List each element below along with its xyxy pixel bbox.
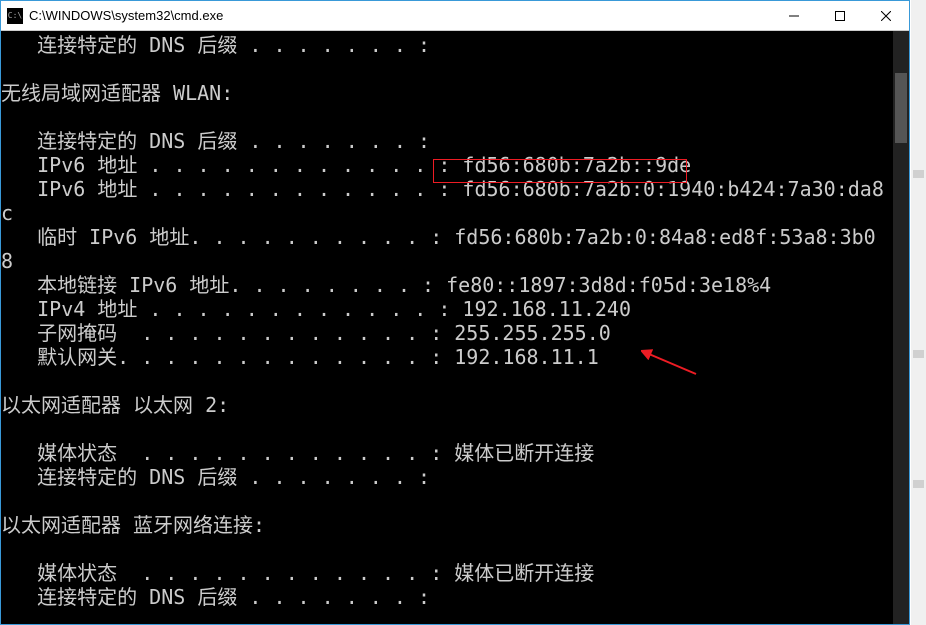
minimize-icon	[789, 11, 799, 21]
close-icon	[881, 11, 891, 21]
scrollbar-thumb[interactable]	[895, 73, 907, 143]
window-title: C:\WINDOWS\system32\cmd.exe	[29, 8, 771, 23]
console-line: 8	[1, 249, 893, 273]
console-line: 连接特定的 DNS 后缀 . . . . . . . :	[1, 129, 893, 153]
console-line: 无线局域网适配器 WLAN:	[1, 81, 893, 105]
vertical-scrollbar[interactable]	[893, 31, 909, 624]
console-line	[1, 537, 893, 561]
cmd-icon: C:\	[7, 8, 23, 24]
console-line: 默认网关. . . . . . . . . . . . . : 192.168.…	[1, 345, 893, 369]
console-output[interactable]: 连接特定的 DNS 后缀 . . . . . . . : 无线局域网适配器 WL…	[1, 31, 893, 624]
minimize-button[interactable]	[771, 1, 817, 31]
maximize-button[interactable]	[817, 1, 863, 31]
console-line: 媒体状态 . . . . . . . . . . . . : 媒体已断开连接	[1, 441, 893, 465]
console-line: IPv6 地址 . . . . . . . . . . . . : fd56:6…	[1, 153, 893, 177]
console-line	[1, 57, 893, 81]
maximize-icon	[835, 11, 845, 21]
right-margin-strip	[911, 0, 926, 625]
console-line: 媒体状态 . . . . . . . . . . . . : 媒体已断开连接	[1, 561, 893, 585]
console-line: 连接特定的 DNS 后缀 . . . . . . . :	[1, 585, 893, 609]
close-button[interactable]	[863, 1, 909, 31]
console-line: IPv6 地址 . . . . . . . . . . . . : fd56:6…	[1, 177, 893, 201]
console-line	[1, 417, 893, 441]
console-line: 临时 IPv6 地址. . . . . . . . . . : fd56:680…	[1, 225, 893, 249]
console-line: 以太网适配器 蓝牙网络连接:	[1, 513, 893, 537]
console-line: 连接特定的 DNS 后缀 . . . . . . . :	[1, 465, 893, 489]
console-line: 子网掩码 . . . . . . . . . . . . : 255.255.2…	[1, 321, 893, 345]
console-area: 连接特定的 DNS 后缀 . . . . . . . : 无线局域网适配器 WL…	[1, 31, 909, 624]
console-line: IPv4 地址 . . . . . . . . . . . . : 192.16…	[1, 297, 893, 321]
console-line: 连接特定的 DNS 后缀 . . . . . . . :	[1, 33, 893, 57]
console-line	[1, 489, 893, 513]
console-line: c	[1, 201, 893, 225]
window-controls	[771, 1, 909, 31]
console-line	[1, 369, 893, 393]
console-line: 本地链接 IPv6 地址. . . . . . . . : fe80::1897…	[1, 273, 893, 297]
console-line: 以太网适配器 以太网 2:	[1, 393, 893, 417]
console-line	[1, 105, 893, 129]
titlebar[interactable]: C:\ C:\WINDOWS\system32\cmd.exe	[1, 1, 909, 31]
cmd-window: C:\ C:\WINDOWS\system32\cmd.exe 连接特定的 DN…	[0, 0, 910, 625]
